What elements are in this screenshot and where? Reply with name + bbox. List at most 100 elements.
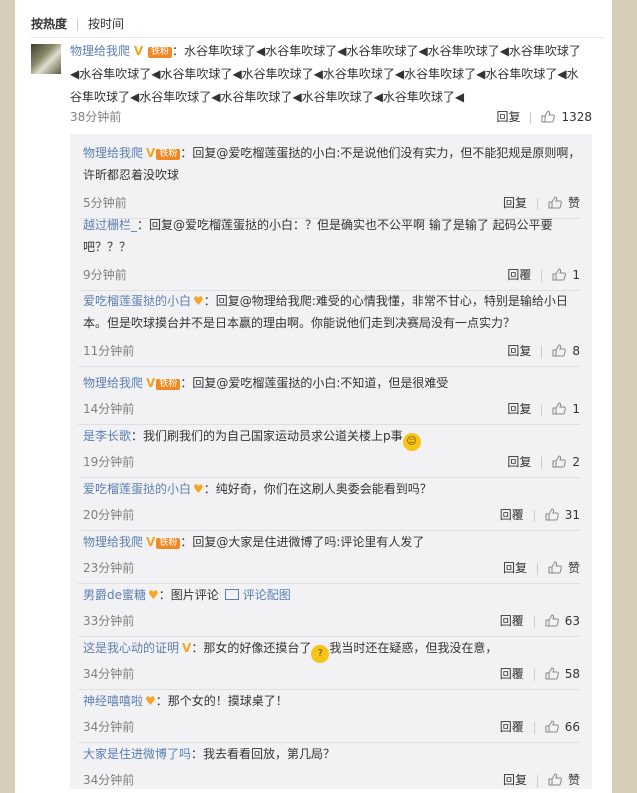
reply-username[interactable]: 物理给我爬	[83, 146, 143, 160]
fan-heart-icon: ♥	[145, 694, 156, 708]
reply-button[interactable]: 回复	[507, 453, 531, 471]
like-count: 63	[564, 614, 580, 628]
reply-body: ：那女的好像还摸台了	[191, 641, 312, 655]
reply-time: 34分钟前	[83, 773, 135, 787]
like-count: 2	[572, 455, 580, 469]
reply-button[interactable]: 回覆	[500, 718, 524, 736]
reply-body: ：回复@大家是住进微博了吗:评论里有人发了	[180, 535, 425, 549]
like-button[interactable]: 1	[552, 400, 580, 418]
reply-button[interactable]: 回复	[507, 342, 531, 360]
like-count: 赞	[567, 196, 580, 210]
reply-actions: 回复 2	[507, 453, 580, 471]
like-count: 31	[564, 508, 580, 522]
reply-button[interactable]: 回覆	[500, 506, 524, 524]
verified-v-icon: V	[133, 44, 144, 58]
like-count: 1	[572, 402, 580, 416]
reply-item: 越过栅栏_：回复@爱吃榴莲蛋挞的小白：？但是确实也不公平啊 输了是输了 起码公平…	[70, 214, 592, 291]
like-button[interactable]: 66	[545, 718, 580, 736]
reply-text: 是李长歌：我们刷我们的为自己国家运动员求公道关楼上p事 ☺	[83, 425, 583, 451]
like-button[interactable]: 8	[552, 342, 580, 360]
reply-username[interactable]: 物理给我爬	[83, 535, 143, 549]
reply-item: 大家是住进微博了吗：我去看看回放，第几局？ 34分钟前 回复 赞	[70, 743, 592, 793]
divider	[536, 774, 538, 787]
image-icon	[224, 589, 239, 600]
reply-username[interactable]: 是李长歌	[83, 429, 131, 443]
reply-time: 20分钟前	[83, 508, 135, 522]
fan-badge: 铁粉	[156, 379, 181, 390]
comment-username[interactable]: 物理给我爬	[70, 44, 130, 58]
thumbs-up-icon	[552, 344, 567, 357]
reply-username[interactable]: 爱吃榴莲蛋挞的小白	[83, 482, 191, 496]
like-button[interactable]: 赞	[548, 194, 580, 212]
divider	[533, 721, 535, 734]
like-button[interactable]: 1	[552, 266, 580, 284]
reply-text: 物理给我爬 V 铁粉 ：回复@爱吃榴莲蛋挞的小白:不是说他们没有实力，但不能犯规是原则…	[83, 142, 583, 186]
reply-username[interactable]: 男爵de蜜糖	[83, 588, 146, 602]
reply-username[interactable]: 这是我心动的证明	[83, 641, 179, 655]
sort-by-time[interactable]: 按时间	[88, 17, 124, 31]
reply-actions: 回复 1	[507, 400, 580, 418]
reply-body: ：图片评论	[158, 588, 219, 602]
reply-actions: 回覆 58	[500, 665, 580, 683]
reply-item: 爱吃榴莲蛋挞的小白 ♥：回复@物理给我爬:难受的心情我懂，非常不甘心，特别是输给小…	[70, 290, 592, 368]
reply-username[interactable]: 爱吃榴莲蛋挞的小白	[83, 294, 191, 308]
reply-text: 越过栅栏_：回复@爱吃榴莲蛋挞的小白：？但是确实也不公平啊 输了是输了 起码公平…	[83, 214, 583, 258]
reply-time: 23分钟前	[83, 561, 135, 575]
reply-button[interactable]: 回复	[503, 771, 527, 789]
divider	[31, 37, 604, 38]
thumbs-up-icon	[548, 773, 562, 786]
divider	[536, 197, 538, 210]
verified-v-icon: V	[182, 641, 192, 655]
reply-actions: 回复 赞	[503, 559, 580, 577]
verified-v-icon: V	[146, 535, 156, 549]
divider	[541, 345, 543, 358]
top-comment-text: 物理给我爬 V 铁粉 ：水谷隼吹球了◀水谷隼吹球了◀水谷隼吹球了◀水谷隼吹球了◀水…	[70, 40, 590, 109]
reply-username[interactable]: 越过栅栏_	[83, 218, 137, 232]
divider	[541, 269, 543, 282]
reply-button[interactable]: 回复	[507, 400, 531, 418]
like-button[interactable]: 31	[545, 506, 580, 524]
thumbs-up-icon	[552, 402, 567, 415]
thinking-emoji-icon: ?	[311, 645, 330, 663]
reply-actions: 回覆 1	[507, 266, 580, 284]
like-button[interactable]: 赞	[548, 559, 580, 577]
like-button[interactable]: 58	[545, 665, 580, 683]
reply-time: 33分钟前	[83, 614, 135, 628]
thumbs-up-icon	[545, 508, 559, 521]
divider	[533, 668, 535, 681]
image-link[interactable]: 评论配图	[243, 588, 291, 602]
thumbs-up-icon	[548, 196, 562, 209]
like-button[interactable]: 2	[552, 453, 580, 471]
reply-username[interactable]: 神经嘻嘻啦	[83, 694, 143, 708]
reply-list: 物理给我爬 V 铁粉 ：回复@爱吃榴莲蛋挞的小白:不是说他们没有实力，但不能犯规是原则…	[70, 134, 592, 789]
sort-by-hot[interactable]: 按热度	[31, 17, 67, 31]
reply-actions: 回复 赞	[503, 771, 580, 789]
reply-button[interactable]: 回复	[496, 108, 520, 126]
comment-time: 38分钟前	[70, 110, 122, 124]
sort-bar: 按热度 按时间	[31, 15, 124, 33]
reply-button[interactable]: 回复	[503, 194, 527, 212]
like-button[interactable]: 赞	[548, 771, 580, 789]
reply-body: ：我去看看回放，第几局？	[191, 747, 336, 761]
thumbs-up-icon	[552, 455, 567, 468]
divider	[536, 562, 538, 575]
reply-actions: 回复 赞	[503, 194, 580, 212]
reply-button[interactable]: 回覆	[507, 266, 531, 284]
reply-actions: 回覆 63	[500, 612, 580, 630]
thumbs-up-icon	[545, 720, 559, 733]
divider	[533, 615, 535, 628]
reply-button[interactable]: 回覆	[500, 612, 524, 630]
smile-emoji-icon: ☺	[402, 433, 421, 451]
divider	[541, 456, 543, 469]
reply-username[interactable]: 大家是住进微博了吗	[83, 747, 191, 761]
like-button[interactable]: 63	[545, 612, 580, 630]
reply-time: 34分钟前	[83, 667, 135, 681]
thumbs-up-icon	[548, 561, 562, 574]
reply-username[interactable]: 物理给我爬	[83, 376, 143, 390]
reply-button[interactable]: 回覆	[500, 665, 524, 683]
avatar[interactable]	[31, 44, 61, 74]
reply-text: 大家是住进微博了吗：我去看看回放，第几局？	[83, 743, 583, 765]
like-button[interactable]: 1328	[541, 108, 592, 126]
like-count: 66	[564, 720, 580, 734]
reply-button[interactable]: 回复	[503, 559, 527, 577]
